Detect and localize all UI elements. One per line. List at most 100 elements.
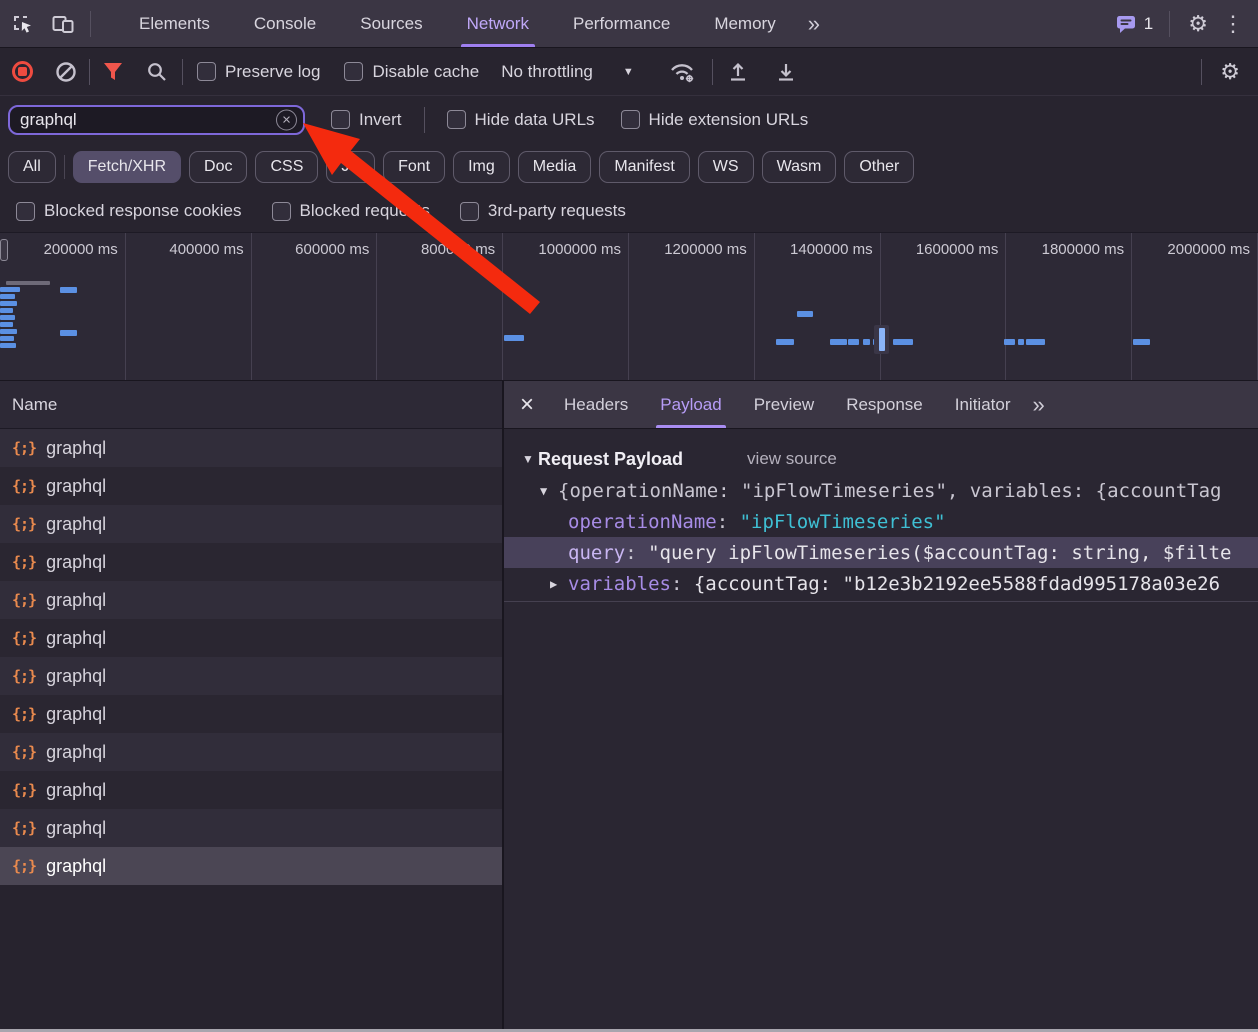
disable-cache-checkbox[interactable]: Disable cache [344,62,479,82]
type-filter-font[interactable]: Font [383,151,445,183]
type-filter-all[interactable]: All [8,151,56,183]
checkbox[interactable] [272,202,291,221]
invert-label[interactable]: Invert [359,110,402,130]
type-filter-doc[interactable]: Doc [189,151,247,183]
request-mark[interactable] [830,339,847,345]
import-har-icon[interactable] [727,61,749,83]
request-mark[interactable] [1004,339,1015,345]
request-mark[interactable] [60,287,77,293]
device-toolbar-icon[interactable] [46,7,80,41]
expand-triangle-icon[interactable]: ▶ [550,577,568,591]
request-row[interactable]: {;}graphql [0,809,502,847]
request-mark[interactable] [1133,339,1150,345]
blocked-requests-label[interactable]: Blocked requests [300,201,430,221]
hide-data-urls-label[interactable]: Hide data URLs [475,110,595,130]
type-filter-css[interactable]: CSS [255,151,318,183]
collapse-triangle-icon[interactable]: ▼ [540,484,558,498]
request-mark[interactable] [797,311,813,317]
blocked-requests-checkbox[interactable]: Blocked requests [272,201,430,221]
clear-network-log-icon[interactable] [55,61,77,83]
preserve-log-checkbox[interactable]: Preserve log [197,62,320,82]
hide-data-urls-checkbox[interactable]: Hide data URLs [447,110,595,130]
close-icon[interactable]: × [504,393,548,417]
tab-elements[interactable]: Elements [117,0,232,47]
tab-memory[interactable]: Memory [692,0,797,47]
request-row[interactable]: {;}graphql [0,695,502,733]
export-har-icon[interactable] [775,61,797,83]
request-mark[interactable] [0,301,17,306]
request-row[interactable]: {;}graphql [0,619,502,657]
request-mark[interactable] [0,308,13,313]
view-source-link[interactable]: view source [747,449,837,469]
request-mark[interactable] [879,328,885,351]
checkbox[interactable] [447,110,466,129]
preserve-log-label[interactable]: Preserve log [225,62,320,82]
payload-query-line[interactable]: query: "query ipFlowTimeseries($accountT… [504,537,1258,568]
details-tab-initiator[interactable]: Initiator [939,381,1027,428]
request-mark[interactable] [504,335,524,341]
tab-console[interactable]: Console [232,0,338,47]
request-mark[interactable] [893,339,913,345]
kebab-menu-icon[interactable]: ⋮ [1216,11,1258,37]
request-mark[interactable] [0,343,16,348]
checkbox[interactable] [621,110,640,129]
issues-counter[interactable]: 1 [1115,13,1153,35]
type-filter-fetch-xhr[interactable]: Fetch/XHR [73,151,181,183]
overview-scroll-handle[interactable] [0,239,8,261]
throttling-select[interactable]: No throttling ▼ [501,62,634,82]
filter-input[interactable] [20,110,273,130]
filter-funnel-icon[interactable] [102,62,124,82]
type-filter-img[interactable]: Img [453,151,510,183]
blocked-response-cookies-checkbox[interactable]: Blocked response cookies [16,201,242,221]
checkbox[interactable] [16,202,35,221]
record-network-log-button[interactable] [12,61,33,82]
request-row[interactable]: {;}graphql [0,429,502,467]
more-tabs-icon[interactable]: » [798,11,830,37]
details-tab-response[interactable]: Response [830,381,939,428]
type-filter-ws[interactable]: WS [698,151,754,183]
checkbox[interactable] [197,62,216,81]
third-party-requests-checkbox[interactable]: 3rd-party requests [460,201,626,221]
request-row[interactable]: {;}graphql [0,543,502,581]
name-column-header[interactable]: Name [0,381,502,429]
request-mark[interactable] [0,315,15,320]
network-settings-gear-icon[interactable]: ⚙ [1212,61,1258,83]
tab-performance[interactable]: Performance [551,0,692,47]
request-mark[interactable] [0,294,15,299]
request-mark[interactable] [848,339,859,345]
request-payload-section[interactable]: ▼ Request Payload view source [504,443,1258,475]
request-mark[interactable] [0,336,14,341]
payload-root-line[interactable]: ▼{operationName: "ipFlowTimeseries", var… [504,475,1258,506]
inspect-element-icon[interactable] [6,7,40,41]
tab-network[interactable]: Network [445,0,551,47]
third-party-requests-label[interactable]: 3rd-party requests [488,201,626,221]
tab-sources[interactable]: Sources [338,0,444,47]
request-mark[interactable] [60,330,77,336]
settings-gear-icon[interactable]: ⚙ [1180,13,1216,35]
request-row[interactable]: {;}graphql [0,733,502,771]
request-row[interactable]: {;}graphql [0,505,502,543]
network-overview-timeline[interactable]: 200000 ms 400000 ms 600000 ms 800000 ms … [0,233,1258,381]
type-filter-js[interactable]: JS [326,151,375,183]
more-tabs-icon[interactable]: » [1027,392,1051,418]
network-conditions-icon[interactable] [668,60,698,84]
type-filter-other[interactable]: Other [844,151,914,183]
checkbox[interactable] [331,110,350,129]
payload-variables-line[interactable]: ▶variables: {accountTag: "b12e3b2192ee55… [504,568,1258,599]
filter-input-box[interactable]: × [8,105,305,135]
request-mark[interactable] [1018,339,1024,345]
checkbox[interactable] [460,202,479,221]
details-tab-payload[interactable]: Payload [644,381,737,428]
request-mark[interactable] [776,339,794,345]
type-filter-media[interactable]: Media [518,151,592,183]
type-filter-manifest[interactable]: Manifest [599,151,689,183]
hide-extension-urls-checkbox[interactable]: Hide extension URLs [621,110,809,130]
request-mark[interactable] [0,287,20,292]
request-mark[interactable] [1026,339,1045,345]
request-row[interactable]: {;}graphql [0,467,502,505]
checkbox[interactable] [344,62,363,81]
blocked-response-cookies-label[interactable]: Blocked response cookies [44,201,242,221]
request-mark[interactable] [0,329,17,334]
collapse-triangle-icon[interactable]: ▼ [522,452,538,466]
payload-operation-name-line[interactable]: operationName: "ipFlowTimeseries" [504,506,1258,537]
